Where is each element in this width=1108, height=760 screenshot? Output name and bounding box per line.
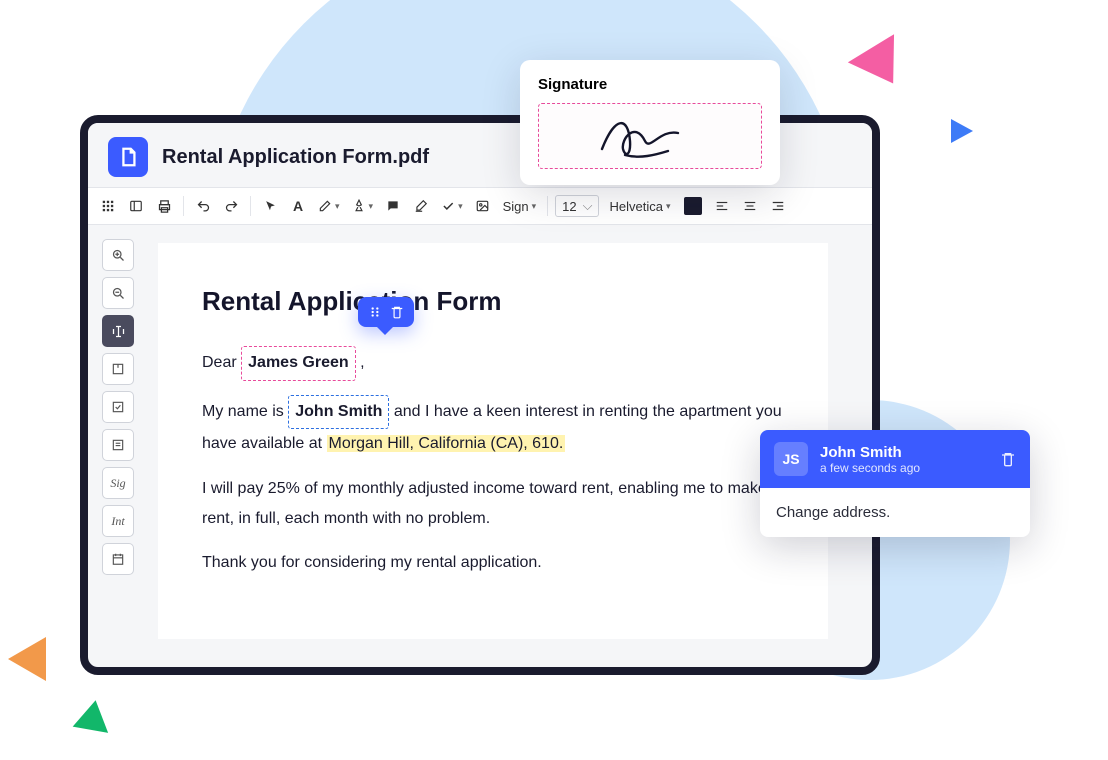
sign-dropdown[interactable]: Sign▾	[499, 194, 541, 218]
salutation-line: Dear James Green ,	[202, 346, 784, 380]
sender-name-field[interactable]: John Smith	[288, 395, 389, 429]
document: Rental Application Form Dear James Green…	[158, 243, 828, 639]
paragraph-tool[interactable]	[102, 429, 134, 461]
signature-glyph	[590, 111, 710, 161]
delete-comment-button[interactable]	[1000, 451, 1016, 467]
decorative-triangle	[848, 22, 912, 84]
grid-view-button[interactable]	[96, 194, 120, 218]
paragraph-3: Thank you for considering my rental appl…	[202, 548, 784, 578]
print-button[interactable]	[152, 194, 176, 218]
align-right-button[interactable]	[766, 194, 790, 218]
decorative-triangle	[73, 697, 114, 733]
decorative-triangle	[8, 637, 46, 681]
sidebar: Sig Int	[88, 225, 148, 657]
document-heading: Rental Application Form	[202, 277, 784, 326]
comment-text: Change address.	[760, 488, 1030, 537]
font-size-select[interactable]: 12⌵	[555, 195, 599, 217]
toolbar: A ▾ ▾ ▾ Sign▾ 12⌵ Helvetica▾	[88, 187, 872, 225]
redo-button[interactable]	[219, 194, 243, 218]
panel-toggle-button[interactable]	[124, 194, 148, 218]
checkbox-tool[interactable]	[102, 391, 134, 423]
comment-author: John Smith	[820, 444, 988, 461]
image-button[interactable]	[471, 194, 495, 218]
paragraph-1: My name is John Smith and I have a keen …	[202, 395, 784, 460]
highlight-tool-button[interactable]: ▾	[348, 194, 378, 218]
drag-handle-icon[interactable]	[368, 305, 382, 319]
comment-time: a few seconds ago	[820, 461, 988, 475]
text-field-tool[interactable]	[102, 315, 134, 347]
zoom-in-button[interactable]	[102, 239, 134, 271]
undo-button[interactable]	[191, 194, 215, 218]
comment-card: JS John Smith a few seconds ago Change a…	[760, 430, 1030, 537]
app-logo	[108, 137, 148, 177]
textarea-tool[interactable]	[102, 353, 134, 385]
text-color-button[interactable]	[680, 194, 706, 218]
text-tool-button[interactable]: A	[286, 194, 310, 218]
check-tool-button[interactable]: ▾	[437, 194, 467, 218]
draw-tool-button[interactable]: ▾	[314, 194, 344, 218]
comment-button[interactable]	[381, 194, 405, 218]
file-title: Rental Application Form.pdf	[162, 146, 429, 169]
erase-button[interactable]	[409, 194, 433, 218]
delete-field-icon[interactable]	[390, 305, 404, 319]
align-center-button[interactable]	[738, 194, 762, 218]
initials-tool[interactable]: Int	[102, 505, 134, 537]
field-actions-bubble	[358, 297, 414, 327]
zoom-out-button[interactable]	[102, 277, 134, 309]
select-tool-button[interactable]	[258, 194, 282, 218]
paragraph-2: I will pay 25% of my monthly adjusted in…	[202, 474, 784, 535]
signature-field[interactable]	[538, 103, 762, 169]
decorative-triangle	[951, 119, 973, 143]
signature-tool[interactable]: Sig	[102, 467, 134, 499]
date-tool[interactable]	[102, 543, 134, 575]
signature-label: Signature	[538, 76, 762, 93]
font-family-select[interactable]: Helvetica▾	[603, 194, 676, 218]
comment-header: JS John Smith a few seconds ago	[760, 430, 1030, 488]
signature-card: Signature	[520, 60, 780, 185]
address-highlight[interactable]: Morgan Hill, California (CA), 610.	[327, 435, 566, 452]
recipient-name-field[interactable]: James Green	[241, 346, 356, 380]
app-window: Rental Application Form.pdf A ▾ ▾ ▾ Sign…	[80, 115, 880, 675]
align-left-button[interactable]	[710, 194, 734, 218]
avatar: JS	[774, 442, 808, 476]
